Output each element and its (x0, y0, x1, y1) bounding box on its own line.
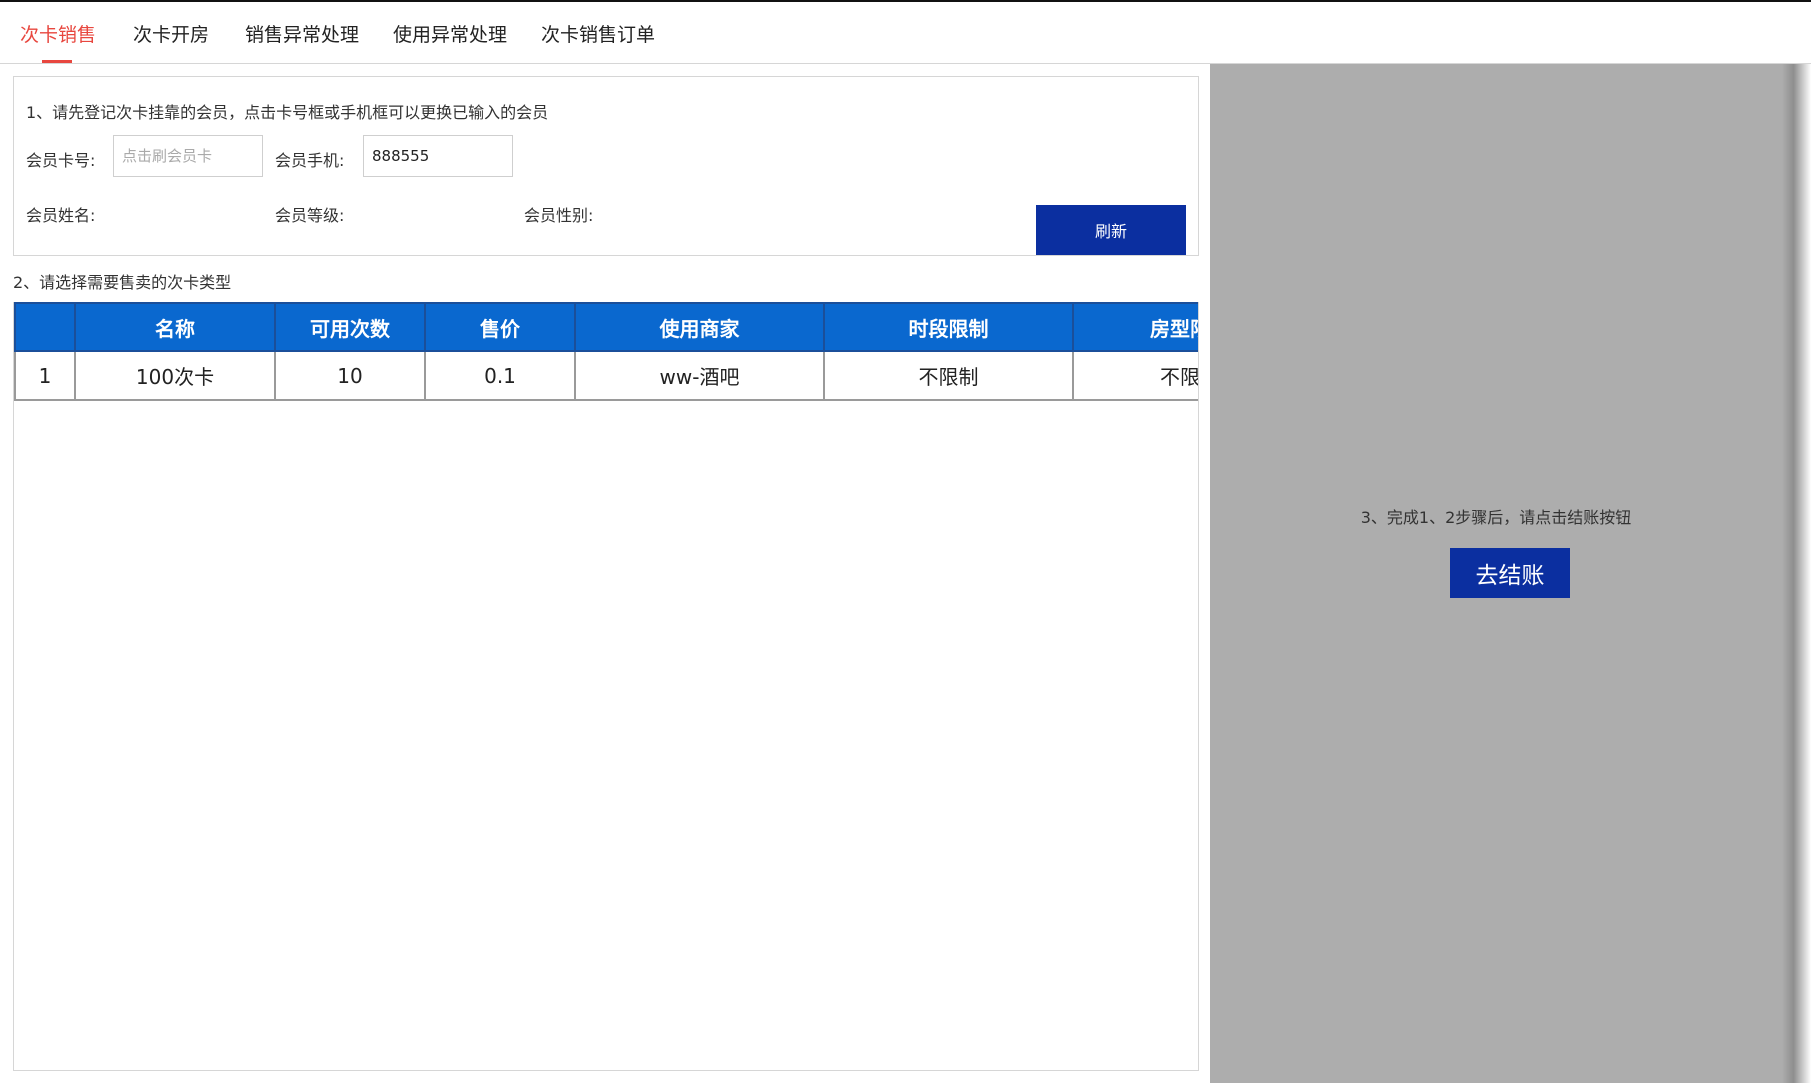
active-tab-indicator (42, 60, 72, 63)
step-2-instruction: 2、请选择需要售卖的次卡类型 (13, 273, 232, 292)
checkout-button[interactable]: 去结账 (1450, 548, 1570, 598)
table-row[interactable]: 1 100次卡 10 0.1 ww-酒吧 不限制 不限制 (14, 350, 1198, 401)
column-header-time-limit: 时段限制 (823, 302, 1074, 352)
cell-room-type-limit: 不限制 (1072, 350, 1198, 401)
member-name-label: 会员姓名: (26, 206, 96, 225)
member-level-label: 会员等级: (275, 206, 345, 225)
member-card-label: 会员卡号: (26, 151, 96, 170)
cell-index: 1 (14, 350, 76, 401)
sales-form-panel: 1、请先登记次卡挂靠的会员，点击卡号框或手机框可以更换已输入的会员 会员卡号: … (0, 64, 1210, 1083)
member-phone-label: 会员手机: (275, 151, 345, 170)
checkout-panel: 3、完成1、2步骤后，请点击结账按钮 去结账 (1210, 64, 1782, 1083)
column-header-available-times: 可用次数 (274, 302, 426, 352)
step-3-instruction: 3、完成1、2步骤后，请点击结账按钮 (1360, 508, 1632, 527)
cell-price: 0.1 (424, 350, 576, 401)
panel-edge-shadow (1782, 64, 1811, 1083)
column-header-price: 售价 (424, 302, 576, 352)
cell-merchant: ww-酒吧 (574, 350, 825, 401)
member-card-input[interactable] (113, 135, 263, 177)
tab-sales-exception[interactable]: 销售异常处理 (245, 20, 359, 47)
cell-time-limit: 不限制 (823, 350, 1074, 401)
member-section: 1、请先登记次卡挂靠的会员，点击卡号框或手机框可以更换已输入的会员 会员卡号: … (13, 76, 1199, 256)
tab-usage-exception[interactable]: 使用异常处理 (393, 20, 507, 47)
tab-card-sales-orders[interactable]: 次卡销售订单 (541, 20, 655, 47)
column-header-name: 名称 (74, 302, 276, 352)
tab-bar: 次卡销售 次卡开房 销售异常处理 使用异常处理 次卡销售订单 (0, 2, 1811, 64)
cell-available-times: 10 (274, 350, 426, 401)
tab-card-room-open[interactable]: 次卡开房 (133, 20, 209, 47)
column-header-index (14, 302, 76, 352)
cell-name: 100次卡 (74, 350, 276, 401)
refresh-button[interactable]: 刷新 (1036, 205, 1186, 255)
card-type-table-container: 名称 可用次数 售价 使用商家 时段限制 房型限制 1 100次卡 10 0.1… (13, 302, 1199, 1071)
step-1-instruction: 1、请先登记次卡挂靠的会员，点击卡号框或手机框可以更换已输入的会员 (26, 103, 549, 122)
member-gender-label: 会员性别: (524, 206, 594, 225)
member-phone-input[interactable] (363, 135, 513, 177)
card-type-table: 名称 可用次数 售价 使用商家 时段限制 房型限制 1 100次卡 10 0.1… (14, 302, 1198, 401)
column-header-merchant: 使用商家 (574, 302, 825, 352)
tab-card-sales[interactable]: 次卡销售 (20, 20, 96, 47)
table-header-row: 名称 可用次数 售价 使用商家 时段限制 房型限制 (14, 302, 1198, 352)
column-header-room-type-limit: 房型限制 (1072, 302, 1198, 352)
